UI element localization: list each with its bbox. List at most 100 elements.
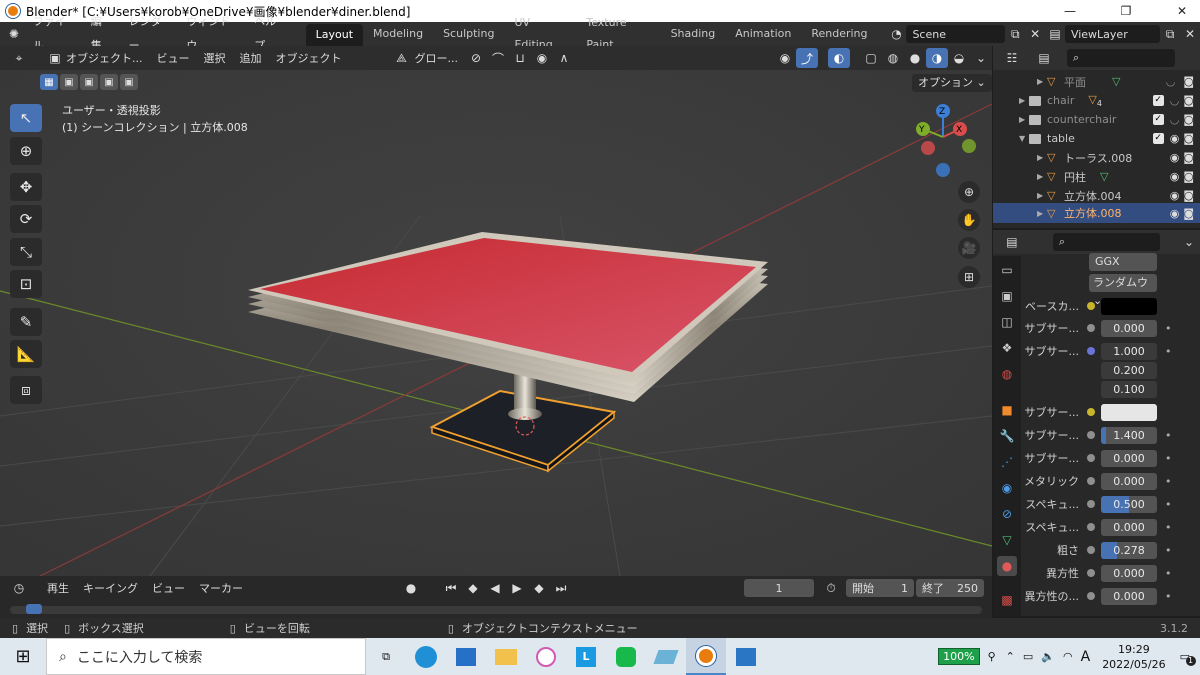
decorator-dot-icon[interactable]: •	[1165, 475, 1172, 488]
windows-start-icon[interactable]: ⊞	[0, 638, 46, 675]
record-icon[interactable]: ●	[400, 578, 422, 598]
constraints-tab-icon[interactable]: ⊘	[997, 504, 1017, 524]
value-field[interactable]: 0.200	[1101, 361, 1157, 379]
socket-dot-icon[interactable]	[1087, 431, 1095, 439]
render-camera-icon[interactable]: ◙	[1183, 151, 1194, 164]
particles-tab-icon[interactable]: ⋰	[997, 452, 1017, 472]
prop-subsurface-radius-y[interactable]: 0.200	[1023, 360, 1200, 380]
socket-dot-icon[interactable]	[1087, 302, 1095, 310]
zoom-icon[interactable]: ⊕	[958, 181, 980, 203]
wifi-signal-icon[interactable]: ⚲	[988, 650, 996, 663]
viewport-menu-view[interactable]: ビュー	[150, 50, 197, 66]
viewport-menu-add[interactable]: 追加	[233, 50, 269, 66]
battery-indicator[interactable]: 100%	[938, 648, 980, 665]
pan-hand-icon[interactable]: ✋	[958, 209, 980, 231]
itunes-icon[interactable]	[526, 638, 566, 675]
start-frame-field[interactable]: 開始 1	[846, 579, 914, 597]
volume-icon[interactable]: 🔈	[1041, 650, 1055, 663]
render-camera-icon[interactable]: ◙	[1183, 75, 1194, 88]
value-field[interactable]: 0.100	[1101, 380, 1157, 398]
tab-layout[interactable]: Layout	[305, 24, 364, 46]
tool-scale[interactable]: ⤡	[10, 238, 42, 266]
render-tab-icon[interactable]: ▣	[997, 286, 1017, 306]
blender-taskbar-icon[interactable]	[686, 638, 726, 675]
delete-scene-icon[interactable]: ✕	[1025, 24, 1045, 44]
view-layer-tab-icon[interactable]: ❖	[997, 338, 1017, 358]
proportional-edit-icon[interactable]: ◉	[531, 48, 553, 68]
microsoft-store-icon[interactable]	[446, 638, 486, 675]
prop-roughness[interactable]: 粗さ 0.278 •	[1023, 540, 1200, 560]
clock[interactable]: 19:29 2022/05/26	[1102, 642, 1165, 672]
socket-dot-icon[interactable]	[1087, 347, 1095, 355]
jump-start-icon[interactable]: ⏮	[440, 578, 462, 598]
eye-icon[interactable]: ◉	[1170, 170, 1180, 183]
tool-transform[interactable]: ⊡	[10, 270, 42, 298]
decorator-dot-icon[interactable]: •	[1165, 567, 1172, 580]
jump-keyframe-next-icon[interactable]: ◆	[528, 578, 550, 598]
collection-checkbox[interactable]: ✓	[1152, 95, 1164, 106]
jump-end-icon[interactable]: ⏭	[550, 578, 572, 598]
navigation-gizmo[interactable]: Z X Y	[905, 101, 985, 181]
timeline-scrubber[interactable]	[10, 604, 982, 614]
prop-anisotropic-rotation[interactable]: 異方性の... 0.000 •	[1023, 586, 1200, 606]
delete-viewlayer-icon[interactable]: ✕	[1180, 24, 1200, 44]
tab-sculpting[interactable]: Sculpting	[433, 23, 504, 45]
render-camera-icon[interactable]: ◙	[1183, 189, 1194, 202]
properties-editor-icon[interactable]: ▤	[1001, 232, 1023, 252]
maximize-button[interactable]: ❐	[1108, 4, 1144, 18]
decorator-dot-icon[interactable]: •	[1165, 590, 1172, 603]
prop-specular[interactable]: スペキュ... 0.500 •	[1023, 494, 1200, 514]
minimize-button[interactable]: —	[1052, 4, 1088, 18]
rendered-shading-icon[interactable]: ◒	[948, 48, 970, 68]
shading-options-icon[interactable]: ⌄	[970, 48, 992, 68]
value-field[interactable]: 1.000	[1101, 342, 1157, 360]
scene-tab-icon[interactable]: ◍	[997, 364, 1017, 384]
socket-dot-icon[interactable]	[1087, 523, 1095, 531]
value-field[interactable]: 0.000	[1101, 449, 1157, 467]
value-field[interactable]: 0.000	[1101, 564, 1157, 582]
hidden-icon[interactable]: ◡	[1170, 113, 1180, 126]
tool-move[interactable]: ✥	[10, 173, 42, 201]
properties-options-icon[interactable]: ⌄	[1178, 232, 1200, 252]
paint-3d-icon[interactable]	[646, 638, 686, 675]
preview-range-icon[interactable]: ⏱	[820, 578, 842, 598]
socket-dot-icon[interactable]	[1087, 324, 1095, 332]
tool-tab-icon[interactable]: ▭	[997, 260, 1017, 280]
transform-orientation-selector[interactable]: グロー...	[413, 50, 466, 66]
tab-shading[interactable]: Shading	[661, 23, 726, 45]
outliner-row-torus[interactable]: ▶ ▽ トーラス.008 ◉ ◙	[993, 148, 1200, 167]
timeline-menu-view[interactable]: ビュー	[145, 580, 192, 596]
hidden-icon[interactable]: ◡	[1166, 75, 1176, 88]
collection-checkbox[interactable]: ✓	[1152, 114, 1164, 125]
socket-dot-icon[interactable]	[1087, 546, 1095, 554]
value-field[interactable]: 1.400	[1101, 426, 1157, 444]
tab-rendering[interactable]: Rendering	[801, 23, 877, 45]
snap-target-icon[interactable]: ⊔	[509, 48, 531, 68]
blender-menu-icon[interactable]: ✺	[4, 24, 24, 44]
value-field[interactable]: 0.278	[1101, 541, 1157, 559]
current-frame-field[interactable]: 1	[744, 579, 814, 597]
value-field[interactable]: 0.000	[1101, 319, 1157, 337]
outliner-editor-icon[interactable]: ☷	[1001, 48, 1023, 68]
socket-dot-icon[interactable]	[1087, 477, 1095, 485]
end-frame-field[interactable]: 終了 250	[916, 579, 984, 597]
network-icon[interactable]: ▭	[1023, 650, 1033, 663]
texture-tab-icon[interactable]: ▩	[997, 590, 1017, 610]
prop-subsurface-anisotropy[interactable]: サブサー... 0.000 •	[1023, 448, 1200, 468]
tool-rotate[interactable]: ⟳	[10, 205, 42, 233]
collection-checkbox[interactable]: ✓	[1152, 133, 1164, 144]
wifi-icon[interactable]: ◠	[1063, 650, 1073, 663]
taskbar-search-input[interactable]: ⌕ ここに入力して検索	[46, 638, 366, 675]
photos-icon[interactable]	[726, 638, 766, 675]
viewport-menu-select[interactable]: 選択	[197, 50, 233, 66]
3d-viewport[interactable]: ⌖ ▣ オブジェクト... ビュー 選択 追加 オブジェクト ⟁ グロー... …	[0, 46, 992, 576]
viewlayer-icon[interactable]: ▤	[1045, 24, 1065, 44]
notification-icon[interactable]: ▭ 1	[1180, 650, 1196, 666]
material-tab-icon[interactable]: ●	[997, 556, 1017, 576]
file-explorer-icon[interactable]	[486, 638, 526, 675]
outliner-row-counterchair[interactable]: ▶ counterchair ✓ ◡ ◙	[993, 110, 1200, 129]
decorator-dot-icon[interactable]: •	[1165, 544, 1172, 557]
value-field[interactable]: 0.000	[1101, 472, 1157, 490]
properties-search-input[interactable]: ⌕	[1052, 233, 1161, 251]
camera-view-icon[interactable]: 🎥	[958, 237, 980, 259]
